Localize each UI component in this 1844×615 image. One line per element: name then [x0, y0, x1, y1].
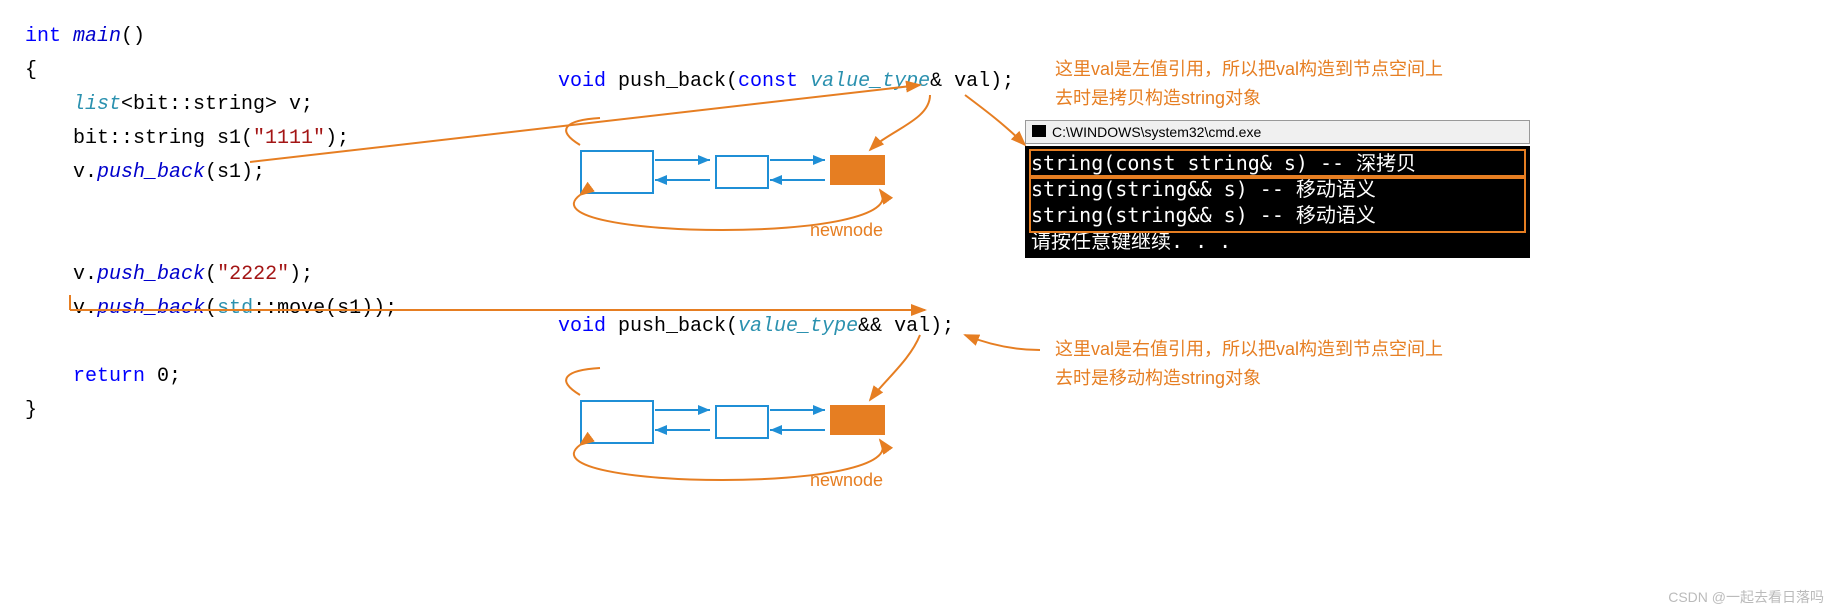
- node-box: [580, 150, 654, 194]
- ll-loop-bottom-arc: [566, 368, 600, 395]
- console-output: string(const string& s) -- 深拷贝string(str…: [1025, 146, 1530, 258]
- annotation-rvalue: 这里val是右值引用，所以把val构造到节点空间上 去时是移动构造string对…: [1055, 335, 1443, 393]
- arrow-val-to-node-top: [870, 95, 930, 150]
- source-code: int main() { list<bit::string> v; bit::s…: [25, 20, 397, 428]
- node-box: [580, 400, 654, 444]
- func-signature-lvalue: void push_back(const value_type& val);: [558, 65, 1014, 99]
- node-box: [715, 155, 769, 189]
- newnode-box: [830, 155, 885, 185]
- func-signature-rvalue: void push_back(value_type&& val);: [558, 310, 954, 344]
- annotation-lvalue: 这里val是左值引用，所以把val构造到节点空间上 去时是拷贝构造string对…: [1055, 55, 1443, 113]
- arrow-sig1-right: [965, 95, 1025, 145]
- watermark: CSDN @一起去看日落吗: [1668, 587, 1824, 607]
- newnode-label: newnode: [810, 220, 883, 241]
- arrow-val-to-node-bottom: [870, 335, 920, 400]
- console-titlebar: C:\WINDOWS\system32\cmd.exe: [1025, 120, 1530, 144]
- ll-loop-top-arc: [566, 118, 600, 145]
- node-box: [715, 405, 769, 439]
- diagram-canvas: int main() { list<bit::string> v; bit::s…: [0, 0, 1844, 615]
- arrow-anno2-left: [965, 335, 1040, 350]
- newnode-label: newnode: [810, 470, 883, 491]
- newnode-box: [830, 405, 885, 435]
